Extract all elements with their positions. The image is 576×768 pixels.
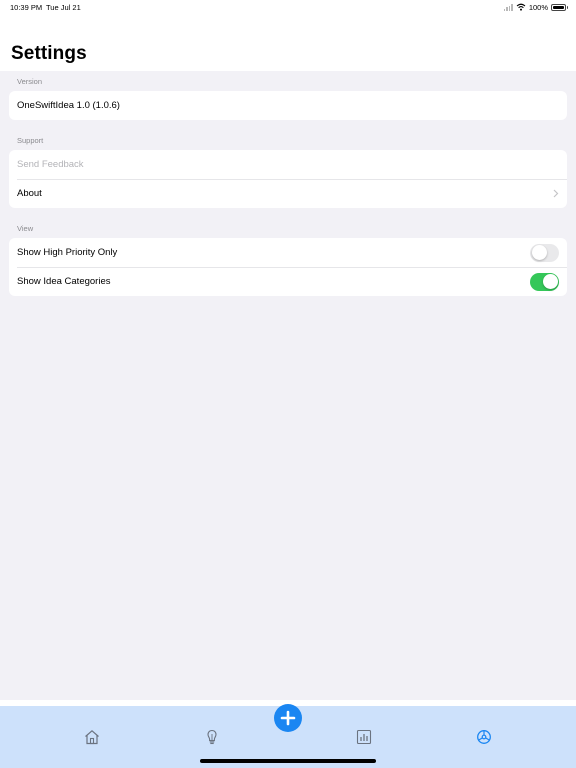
version-label: OneSwiftIdea 1.0 (1.0.6) <box>17 100 120 111</box>
high-priority-toggle[interactable] <box>530 243 559 262</box>
support-group: Send Feedback About <box>9 150 567 208</box>
battery-percent: 100% <box>528 2 548 12</box>
idea-categories-row: Show Idea Categories <box>9 267 567 296</box>
about-label: About <box>17 188 42 199</box>
version-row: OneSwiftIdea 1.0 (1.0.6) <box>9 91 567 120</box>
section-header-support: Support <box>17 136 44 145</box>
settings-icon[interactable] <box>475 728 493 746</box>
version-group: OneSwiftIdea 1.0 (1.0.6) <box>9 91 567 120</box>
high-priority-row: Show High Priority Only <box>9 238 567 267</box>
status-time: 10:39 PM <box>10 3 43 12</box>
add-idea-button[interactable] <box>274 704 302 732</box>
chart-icon[interactable] <box>355 728 373 746</box>
section-header-version: Version <box>17 77 43 86</box>
send-feedback-label: Send Feedback <box>17 159 84 170</box>
signal-icon <box>503 3 513 11</box>
wifi-icon <box>516 3 526 11</box>
battery-icon <box>551 3 568 11</box>
view-group: Show High Priority Only Show Idea Catego… <box>9 238 567 296</box>
send-feedback-row[interactable]: Send Feedback <box>9 150 567 179</box>
about-row[interactable]: About <box>9 179 567 208</box>
high-priority-label: Show High Priority Only <box>17 247 118 258</box>
status-date: Tue Jul 21 <box>46 3 81 12</box>
section-header-view: View <box>17 224 34 233</box>
idea-categories-label: Show Idea Categories <box>17 276 111 287</box>
page-title: Settings <box>11 43 87 64</box>
status-indicators: 100% <box>503 2 568 12</box>
idea-categories-toggle[interactable] <box>530 272 559 291</box>
navigation-header: Settings <box>0 16 576 71</box>
status-bar: 10:39 PM Tue Jul 21 100% <box>0 0 576 16</box>
lightbulb-icon[interactable] <box>203 728 221 746</box>
chevron-right-icon <box>553 189 559 198</box>
home-indicator <box>200 759 376 763</box>
add-icon <box>280 710 296 726</box>
home-icon[interactable] <box>83 728 101 746</box>
